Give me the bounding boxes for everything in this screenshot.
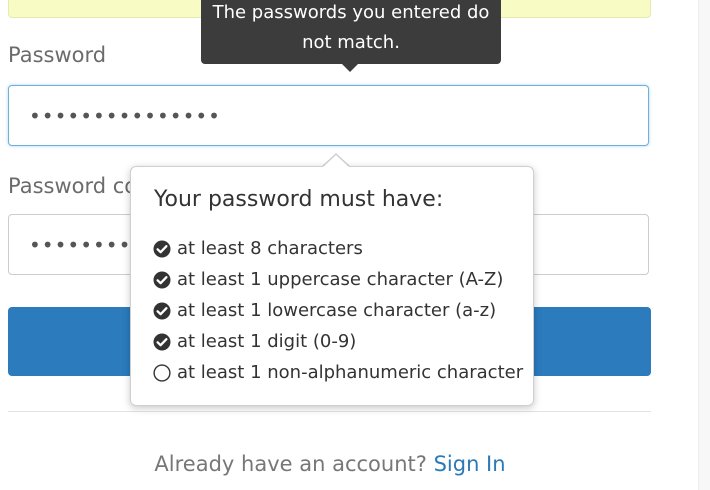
- confirm-password-label: Password co: [8, 174, 138, 198]
- page-scroll-edge: [698, 0, 710, 490]
- tooltip-arrow: [342, 64, 358, 72]
- requirement-text: at least 1 non-alphanumeric character: [177, 362, 524, 383]
- check-circle-icon: [153, 271, 171, 289]
- requirement-item: at least 1 uppercase character (A-Z): [153, 264, 523, 295]
- password-value: •••••••••••••••: [29, 103, 221, 128]
- password-mismatch-tooltip: The passwords you entered do not match.: [201, 0, 501, 64]
- requirement-item: at least 8 characters: [153, 233, 523, 264]
- check-circle-icon: [153, 240, 171, 258]
- password-requirements-popover: Your password must have: at least 8 char…: [130, 166, 534, 406]
- password-label: Password: [8, 43, 107, 67]
- popover-arrow: [323, 155, 349, 167]
- requirement-text: at least 8 characters: [177, 238, 363, 259]
- tooltip-line-2: not match.: [302, 32, 400, 53]
- requirements-list: at least 8 characters at least 1 upperca…: [153, 233, 523, 388]
- requirement-text: at least 1 lowercase character (a-z): [177, 300, 497, 321]
- popover-title: Your password must have:: [154, 187, 444, 212]
- sign-in-prompt: Already have an account? Sign In: [0, 452, 660, 476]
- requirement-text: at least 1 digit (0-9): [177, 331, 357, 352]
- tooltip-line-1: The passwords you entered do: [212, 2, 490, 23]
- requirement-item: at least 1 lowercase character (a-z): [153, 295, 523, 326]
- requirement-item: at least 1 non-alphanumeric character: [153, 357, 523, 388]
- check-circle-icon: [153, 333, 171, 351]
- sign-in-link[interactable]: Sign In: [434, 452, 506, 476]
- check-circle-icon: [153, 302, 171, 320]
- requirement-item: at least 1 digit (0-9): [153, 326, 523, 357]
- empty-circle-icon: [153, 363, 171, 382]
- sign-in-prompt-text: Already have an account?: [154, 452, 427, 476]
- requirement-text: at least 1 uppercase character (A-Z): [177, 269, 504, 290]
- password-field[interactable]: •••••••••••••••: [8, 85, 649, 146]
- divider: [8, 411, 651, 412]
